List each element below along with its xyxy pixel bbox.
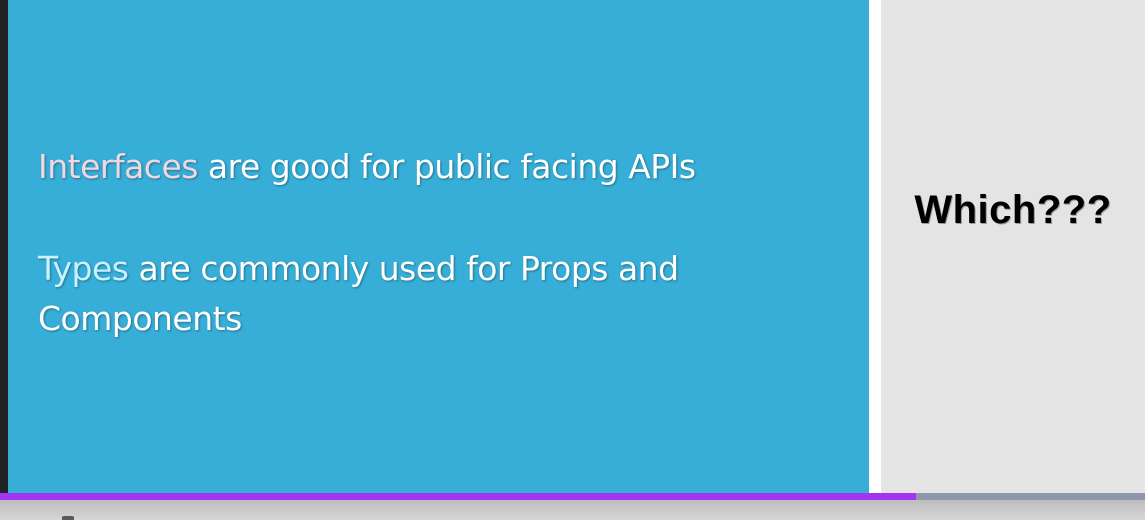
slide-paragraph-types: Types are commonly used for Props and Co… xyxy=(38,244,838,344)
control-handle-icon[interactable] xyxy=(62,516,74,520)
keyword-types: Types xyxy=(38,249,129,288)
left-border xyxy=(0,0,8,493)
player-controls-bar xyxy=(0,500,1145,520)
slide-divider xyxy=(869,0,881,493)
video-progress-bar[interactable] xyxy=(0,493,1145,500)
slide-text-block: Interfaces are good for public facing AP… xyxy=(38,142,838,344)
slide-paragraph-interfaces: Interfaces are good for public facing AP… xyxy=(38,142,838,192)
slide-main-panel: Interfaces are good for public facing AP… xyxy=(8,0,869,493)
video-progress-fill xyxy=(0,493,916,500)
video-frame: Interfaces are good for public facing AP… xyxy=(0,0,1145,520)
paragraph-types-text: are commonly used for Props and Componen… xyxy=(38,249,679,338)
slide-side-panel: Which??? xyxy=(881,0,1145,493)
side-title: Which??? xyxy=(914,188,1112,232)
paragraph-interfaces-text: are good for public facing APIs xyxy=(197,147,696,186)
keyword-interfaces: Interfaces xyxy=(38,147,198,186)
